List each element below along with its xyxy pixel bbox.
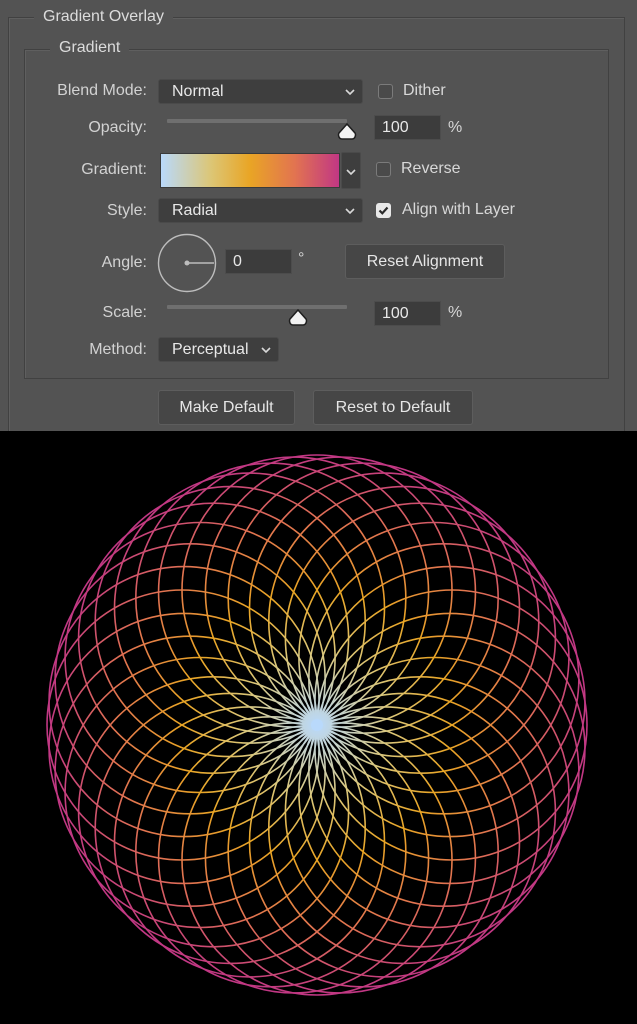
dither-label: Dither (403, 82, 446, 99)
opacity-input[interactable]: 100 (374, 115, 441, 140)
angle-input[interactable]: 0 (225, 249, 292, 274)
checkmark-icon (378, 206, 389, 215)
align-with-layer-label: Align with Layer (402, 201, 515, 218)
reverse-label: Reverse (401, 160, 461, 177)
chevron-down-icon (344, 81, 356, 101)
gradient-overlay-panel: Gradient Overlay Gradient Blend Mode: No… (0, 0, 637, 457)
blend-mode-value: Normal (172, 83, 224, 100)
method-value: Perceptual (172, 341, 249, 358)
opacity-label: Opacity: (88, 119, 147, 136)
opacity-unit: % (448, 119, 463, 136)
blend-mode-select[interactable]: Normal (158, 79, 363, 104)
make-default-button[interactable]: Make Default (158, 390, 295, 425)
gradient-swatch[interactable] (160, 153, 340, 188)
scale-slider-track[interactable] (167, 305, 347, 309)
reset-to-default-button[interactable]: Reset to Default (313, 390, 473, 425)
align-with-layer-checkbox[interactable] (376, 203, 391, 218)
canvas-preview (0, 431, 637, 1024)
scale-label: Scale: (102, 304, 147, 321)
angle-unit: ° (298, 250, 305, 267)
blend-mode-label: Blend Mode: (57, 82, 147, 99)
chevron-down-icon (344, 200, 356, 220)
style-select[interactable]: Radial (158, 198, 363, 223)
reverse-checkbox[interactable] (376, 162, 391, 177)
rosette-center-glow (311, 719, 323, 731)
scale-input[interactable]: 100 (374, 301, 441, 326)
opacity-slider-track[interactable] (167, 119, 347, 123)
chevron-down-icon (345, 161, 357, 181)
scale-unit: % (448, 304, 463, 321)
section-title: Gradient Overlay (34, 8, 173, 26)
gradient-label: Gradient: (81, 161, 147, 178)
reset-alignment-button[interactable]: Reset Alignment (345, 244, 505, 279)
rosette-artwork (46, 454, 588, 996)
method-select[interactable]: Perceptual (158, 337, 279, 362)
group-title: Gradient (50, 39, 130, 57)
method-label: Method: (89, 341, 147, 358)
style-value: Radial (172, 202, 218, 219)
style-label: Style: (106, 202, 147, 219)
opacity-slider-thumb[interactable] (337, 122, 357, 140)
dither-checkbox[interactable] (378, 84, 393, 99)
angle-dial[interactable] (157, 233, 217, 293)
gradient-picker-dropdown[interactable] (341, 152, 361, 189)
chevron-down-icon (260, 339, 272, 359)
angle-label: Angle: (101, 254, 147, 271)
scale-slider-thumb[interactable] (288, 308, 308, 326)
